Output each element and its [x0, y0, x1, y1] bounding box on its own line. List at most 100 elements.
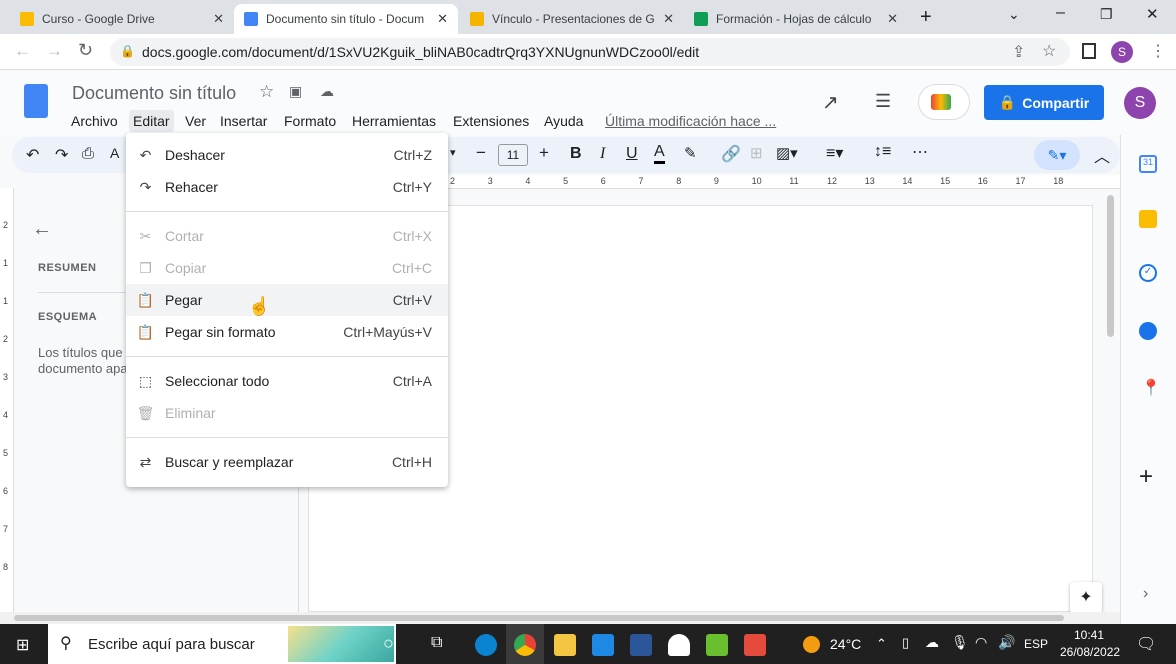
print-icon[interactable]: ⎙: [82, 145, 94, 162]
menu-formato[interactable]: Formato: [280, 110, 340, 132]
expand-panel-icon[interactable]: ›: [1143, 585, 1148, 603]
last-edit-link[interactable]: Última modificación hace ...: [601, 110, 780, 132]
minimize-button[interactable]: –: [1056, 4, 1065, 22]
font-size-input[interactable]: 11: [498, 144, 528, 166]
forward-icon[interactable]: →: [46, 41, 63, 61]
activity-trend-icon[interactable]: ↗: [822, 90, 839, 115]
menu-insertar[interactable]: Insertar: [216, 110, 271, 132]
menu-herramientas[interactable]: Herramientas: [348, 110, 440, 132]
tab-sheets[interactable]: Formación - Hojas de cálculo ✕: [684, 4, 908, 34]
increase-font-button[interactable]: +: [539, 143, 549, 163]
chrome-taskbar-button[interactable]: [506, 624, 544, 664]
close-tab-icon[interactable]: ✕: [887, 11, 898, 27]
tasks-icon[interactable]: ✓: [1139, 264, 1157, 282]
line-spacing-icon[interactable]: ↕≡: [874, 143, 891, 161]
camtasia-red-icon[interactable]: [744, 634, 766, 656]
calendar-icon[interactable]: 31: [1139, 155, 1157, 173]
menu-item-copiar[interactable]: ❐ Copiar Ctrl+C: [126, 252, 448, 284]
redo-icon[interactable]: ↷: [55, 145, 68, 165]
menu-item-pegar[interactable]: 📋 Pegar Ctrl+V: [126, 284, 448, 316]
bold-icon[interactable]: B: [570, 145, 582, 163]
menu-item-rehacer[interactable]: ↷ Rehacer Ctrl+Y: [126, 171, 448, 203]
move-folder-icon[interactable]: ▣: [289, 83, 302, 100]
menu-item-seleccionar-todo[interactable]: ⬚ Seleccionar todo Ctrl+A: [126, 365, 448, 397]
close-tab-icon[interactable]: ✕: [213, 11, 224, 27]
menu-editar[interactable]: Editar: [129, 110, 174, 132]
text-color-icon[interactable]: A: [654, 143, 665, 164]
volume-icon[interactable]: 🔊: [998, 634, 1015, 651]
tab-slides[interactable]: Vínculo - Presentaciones de G ✕: [460, 4, 684, 34]
image-icon[interactable]: ▨▾: [776, 144, 798, 162]
menu-item-deshacer[interactable]: ↶ Deshacer Ctrl+Z: [126, 139, 448, 171]
notifications-icon[interactable]: 🗨: [1136, 634, 1156, 654]
share-button[interactable]: 🔒 Compartir: [984, 85, 1104, 120]
meet-now-icon[interactable]: ▯: [902, 635, 909, 651]
menu-ver[interactable]: Ver: [181, 110, 210, 132]
menu-item-buscar-y-reemplazar[interactable]: ⇄ Buscar y reemplazar Ctrl+H: [126, 446, 448, 478]
menu-item-eliminar[interactable]: 🗑 Eliminar: [126, 397, 448, 429]
add-addon-icon[interactable]: +: [1139, 463, 1153, 491]
reload-icon[interactable]: ↻: [78, 40, 93, 61]
clock-time[interactable]: 10:41: [1074, 628, 1104, 642]
account-avatar[interactable]: S: [1124, 87, 1156, 119]
horizontal-scrollbar[interactable]: [0, 612, 1120, 624]
share-page-icon[interactable]: ⇪: [1012, 42, 1025, 62]
taskbar-search-input[interactable]: ⚲ Escribe aquí para buscar: [48, 624, 396, 664]
keep-icon[interactable]: [1139, 210, 1157, 228]
font-dropdown-icon[interactable]: ▾: [450, 146, 456, 159]
undo-icon[interactable]: ↶: [26, 145, 39, 165]
contacts-icon[interactable]: [1139, 322, 1157, 340]
comments-icon[interactable]: ☰: [875, 91, 891, 112]
tray-chevron-icon[interactable]: ⌃: [876, 636, 887, 652]
cortana-icon[interactable]: ○: [383, 633, 394, 654]
side-panel-icon[interactable]: [1082, 43, 1096, 59]
tab-search-icon[interactable]: ⌄: [1008, 6, 1020, 23]
weather-temp[interactable]: 24°C: [830, 636, 861, 652]
scrollbar-thumb[interactable]: [14, 615, 1064, 621]
back-icon[interactable]: ←: [14, 41, 31, 61]
comment-add-icon[interactable]: ⊞: [750, 144, 763, 162]
decrease-font-button[interactable]: −: [476, 143, 486, 163]
underline-icon[interactable]: U: [626, 145, 638, 163]
menu-extensiones[interactable]: Extensiones: [449, 110, 533, 132]
cloud-status-icon[interactable]: ☁: [320, 83, 334, 100]
explore-button[interactable]: ✦: [1070, 582, 1102, 614]
highlight-icon[interactable]: ✎: [684, 144, 697, 162]
new-tab-button[interactable]: +: [920, 6, 932, 29]
italic-icon[interactable]: I: [600, 145, 605, 163]
windows-start-icon[interactable]: ⊞: [16, 635, 29, 655]
align-icon[interactable]: ≡▾: [826, 143, 843, 163]
vertical-scrollbar[interactable]: [1107, 195, 1114, 337]
word-icon[interactable]: [630, 634, 652, 656]
edge-icon[interactable]: [475, 634, 497, 656]
wifi-icon[interactable]: ◠: [975, 634, 987, 651]
weather-icon[interactable]: [803, 636, 820, 653]
document-title[interactable]: Documento sin título: [72, 83, 236, 104]
menu-icon[interactable]: ⋮: [1150, 41, 1166, 61]
maximize-button[interactable]: ❐: [1100, 6, 1113, 23]
collapse-menus-icon[interactable]: ︿: [1094, 143, 1110, 167]
close-tab-icon[interactable]: ✕: [663, 11, 674, 27]
menu-item-pegar-sin-formato[interactable]: 📋 Pegar sin formato Ctrl+Mayús+V: [126, 316, 448, 348]
task-view-icon[interactable]: ⧉: [431, 634, 442, 652]
menu-archivo[interactable]: Archivo: [67, 110, 122, 132]
close-window-button[interactable]: ✕: [1146, 5, 1159, 23]
maps-icon[interactable]: 📍: [1141, 378, 1161, 398]
camtasia-green-icon[interactable]: [706, 634, 728, 656]
clock-date[interactable]: 26/08/2022: [1060, 645, 1120, 659]
tab-drive[interactable]: Curso - Google Drive ✕: [10, 4, 234, 34]
microphone-icon[interactable]: 🎙: [951, 634, 969, 651]
meet-button[interactable]: [918, 84, 970, 120]
tab-docs[interactable]: Documento sin título - Docum ✕: [234, 4, 458, 34]
bookmark-star-icon[interactable]: ☆: [1042, 41, 1056, 61]
language-indicator[interactable]: ESP: [1024, 637, 1048, 651]
url-input[interactable]: 🔒 docs.google.com/document/d/1SxVU2Kguik_…: [110, 38, 1070, 66]
store-icon[interactable]: [592, 634, 614, 656]
close-tab-icon[interactable]: ✕: [437, 11, 448, 27]
docs-logo[interactable]: [24, 84, 48, 118]
menu-item-cortar[interactable]: ✂ Cortar Ctrl+X: [126, 220, 448, 252]
security-icon[interactable]: [668, 634, 690, 656]
back-arrow-icon[interactable]: ←: [32, 218, 52, 241]
file-explorer-icon[interactable]: [554, 634, 576, 656]
link-icon[interactable]: 🔗: [721, 144, 741, 164]
